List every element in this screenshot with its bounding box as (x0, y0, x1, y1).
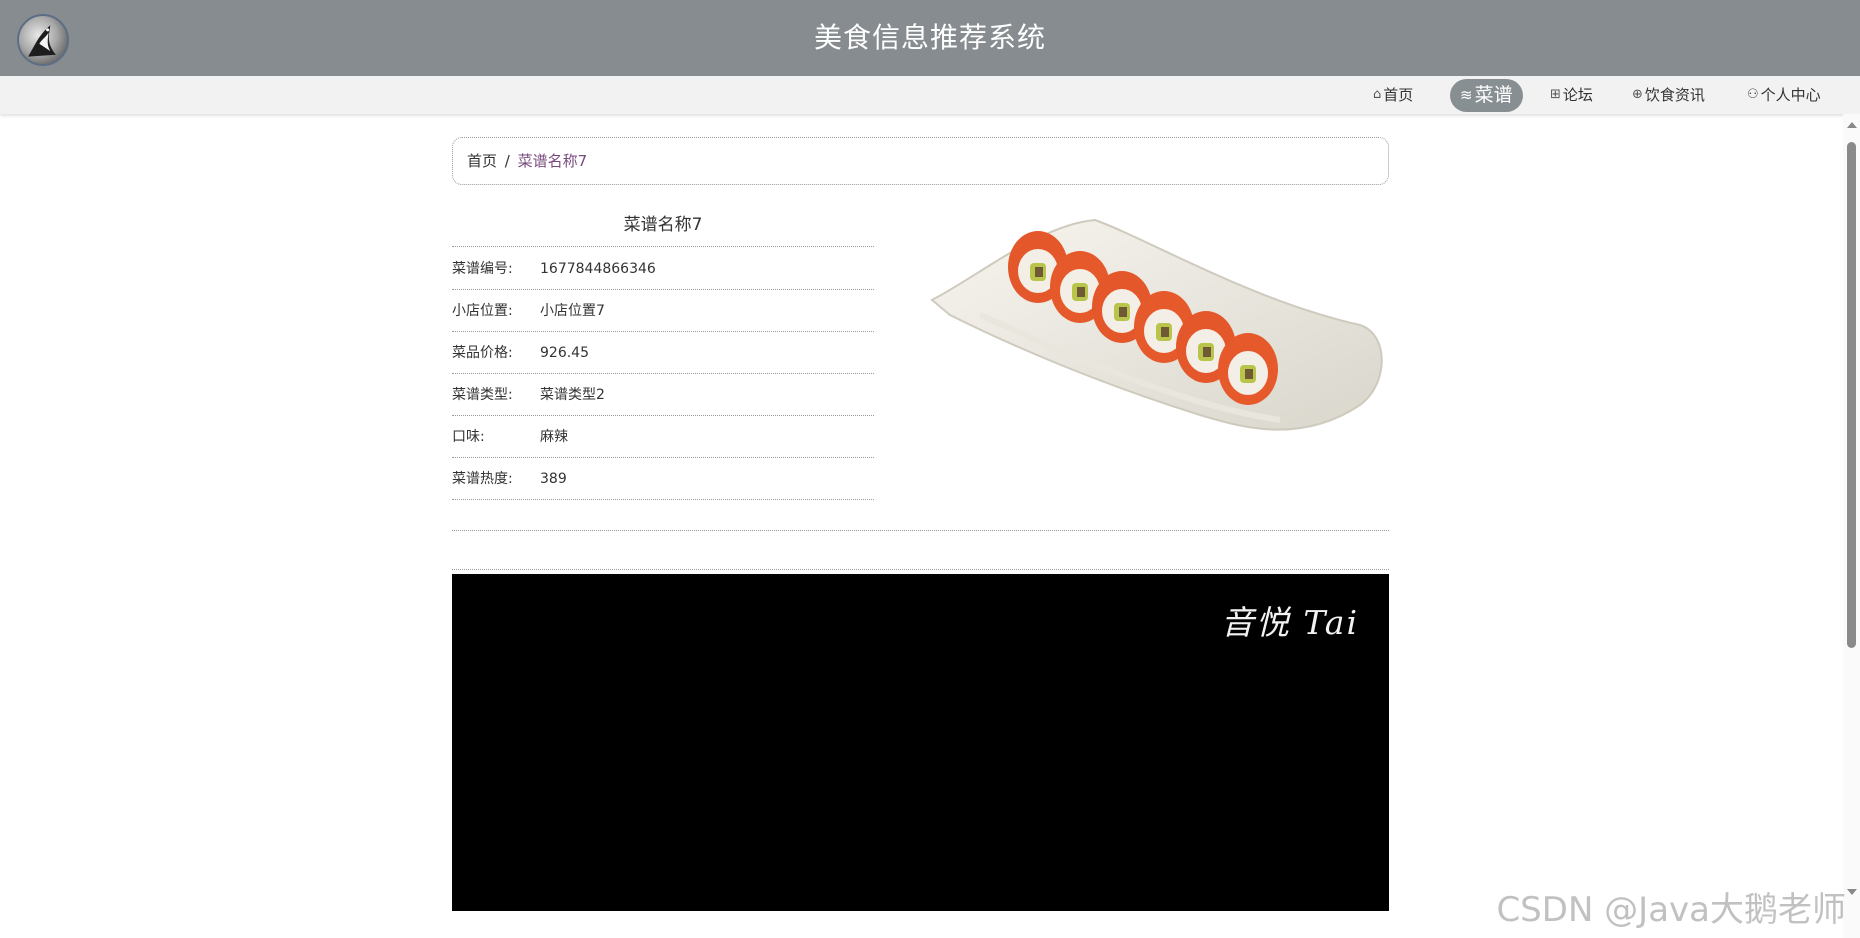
detail-row-type: 菜谱类型: 菜谱类型2 (452, 374, 874, 416)
detail-row-id: 菜谱编号: 1677844866346 (452, 248, 874, 290)
detail-label: 小店位置: (452, 303, 513, 319)
globe-icon: ⊕ (1632, 87, 1643, 102)
csdn-watermark: CSDN @Java大鹅老师 (1496, 890, 1846, 930)
nav-item-home[interactable]: ⌂ 首页 (1373, 76, 1413, 114)
section-divider (452, 569, 1389, 570)
scrollbar-thumb[interactable] (1847, 142, 1856, 648)
video-watermark: 音悦 Tai (1220, 603, 1359, 642)
breadcrumb: 首页 / 菜谱名称7 (452, 137, 1389, 185)
nav-item-label: 论坛 (1562, 86, 1593, 104)
page-scrollbar[interactable] (1843, 114, 1860, 938)
detail-value: 菜谱类型2 (540, 387, 605, 403)
nav-item-forum[interactable]: ⊞ 论坛 (1550, 76, 1593, 114)
main-navbar: ⌂ 首页 ≋ 菜谱 ⊞ 论坛 ⊕ 饮食资讯 ⚇ 个人中心 (0, 76, 1860, 114)
detail-label: 口味: (452, 429, 485, 445)
detail-value: 1677844866346 (540, 261, 656, 277)
breadcrumb-current: 菜谱名称7 (517, 152, 588, 170)
detail-row-popularity: 菜谱热度: 389 (452, 458, 874, 500)
forum-icon: ⊞ (1550, 87, 1561, 102)
breadcrumb-home-link[interactable]: 首页 (467, 152, 497, 170)
detail-row-price: 菜品价格: 926.45 (452, 332, 874, 374)
scroll-down-arrow-icon[interactable] (1847, 889, 1857, 895)
scroll-up-arrow-icon[interactable] (1847, 122, 1857, 128)
section-divider (452, 530, 1389, 531)
video-player[interactable]: 音悦 Tai (452, 574, 1389, 911)
header-bar: 美食信息推荐系统 (0, 0, 1860, 76)
nav-item-recipes[interactable]: ≋ 菜谱 (1450, 79, 1523, 112)
detail-row-taste: 口味: 麻辣 (452, 416, 874, 458)
detail-label: 菜谱热度: (452, 471, 513, 487)
home-icon: ⌂ (1373, 87, 1382, 102)
nav-item-profile[interactable]: ⚇ 个人中心 (1747, 76, 1821, 114)
detail-label: 菜谱类型: (452, 387, 513, 403)
nav-item-diet-news[interactable]: ⊕ 饮食资讯 (1632, 76, 1705, 114)
sushi-roll-photo (920, 205, 1390, 467)
detail-value: 麻辣 (540, 429, 568, 445)
layers-icon: ≋ (1460, 86, 1473, 104)
site-title: 美食信息推荐系统 (813, 21, 1046, 54)
nav-item-label: 饮食资讯 (1644, 86, 1705, 104)
detail-value: 926.45 (540, 345, 589, 361)
nav-item-label: 菜谱 (1474, 84, 1513, 106)
detail-value: 小店位置7 (540, 303, 605, 319)
detail-label: 菜品价格: (452, 345, 513, 361)
breadcrumb-separator: / (504, 152, 510, 170)
detail-value: 389 (540, 471, 567, 487)
user-icon: ⚇ (1747, 87, 1759, 102)
detail-row-location: 小店位置: 小店位置7 (452, 290, 874, 332)
nav-item-label: 首页 (1383, 86, 1414, 104)
nav-item-label: 个人中心 (1760, 86, 1821, 104)
recipe-name-title: 菜谱名称7 (452, 210, 874, 247)
detail-label: 菜谱编号: (452, 261, 513, 277)
